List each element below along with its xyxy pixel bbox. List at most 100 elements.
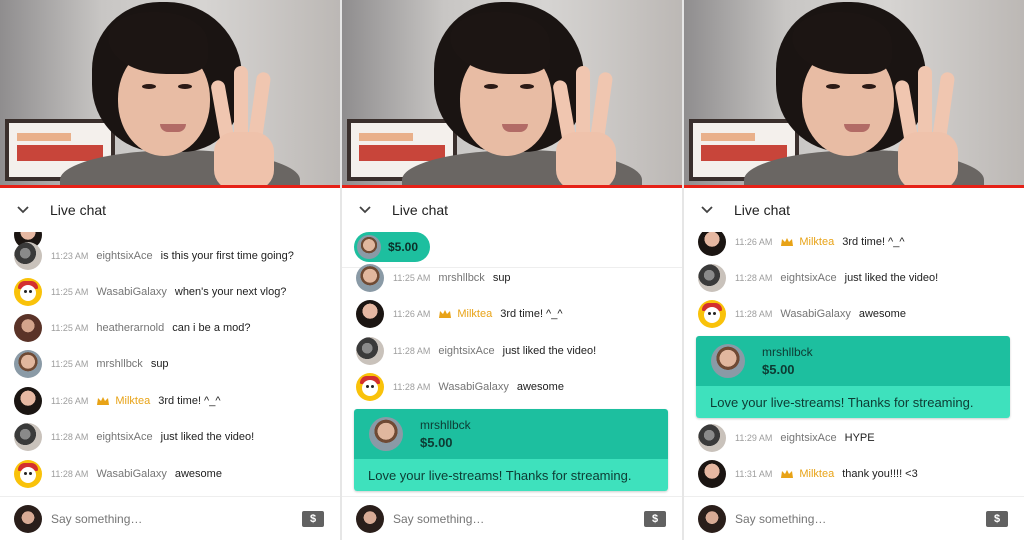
super-chat-button[interactable]: $ (986, 511, 1008, 527)
message-author[interactable]: Milktea (799, 468, 834, 480)
message-author[interactable]: WasabiGalaxy (96, 468, 167, 480)
message-timestamp: 11:26 AM (393, 309, 431, 319)
message-author[interactable]: eightsixAce (780, 432, 836, 444)
message-author[interactable]: Milktea (799, 236, 834, 248)
video-subject-hand (210, 66, 274, 188)
avatar[interactable] (698, 264, 726, 292)
avatar[interactable] (698, 460, 726, 488)
super-chat-header: mrshllbck $5.00 (696, 336, 1010, 386)
message-text: just liked the video! (844, 272, 939, 284)
message-timestamp: 11:28 AM (735, 273, 773, 283)
chat-message: 11:28 AM eightsixAce just liked the vide… (356, 336, 676, 366)
super-chat-author: mrshllbck (762, 345, 813, 359)
chevron-down-icon[interactable] (358, 203, 372, 217)
chat-message: 11:26 AM Milktea 3rd time! ^_^ (356, 299, 676, 329)
video-subject-hand (552, 66, 616, 188)
message-text: HYPE (844, 432, 875, 444)
chat-message: 11:25 AM heatherarnold can i be a mod? (14, 313, 334, 343)
chat-header: Live chat (342, 188, 682, 232)
chat-message: 11:26 AM Milktea 3rd time! ^_^ (698, 232, 1018, 257)
avatar[interactable] (698, 232, 726, 256)
chat-input[interactable] (393, 511, 633, 526)
message-author[interactable]: WasabiGalaxy (438, 381, 509, 393)
avatar[interactable] (14, 387, 42, 415)
chevron-down-icon[interactable] (700, 203, 714, 217)
avatar[interactable] (14, 314, 42, 342)
chat-header: Live chat (0, 188, 340, 232)
chat-message: 11:29 AM eightsixAce HYPE (698, 423, 1018, 453)
avatar[interactable] (356, 300, 384, 328)
super-chat-card[interactable]: mrshllbck $5.00 Love your live-streams! … (696, 336, 1010, 418)
chat-input-bar: $ (342, 496, 682, 540)
video-subject-eye (142, 84, 156, 89)
chat-message: 11:31 AM Milktea thank you!!!! <3 (698, 459, 1018, 489)
video-player[interactable] (342, 0, 682, 188)
message-timestamp: 11:31 AM (735, 469, 773, 479)
message-timestamp: 11:26 AM (51, 396, 89, 406)
avatar[interactable] (356, 373, 384, 401)
video-subject-mouth (844, 124, 870, 132)
video-subject-mouth (502, 124, 528, 132)
crown-icon (97, 397, 110, 405)
avatar[interactable] (14, 278, 42, 306)
message-author[interactable]: WasabiGalaxy (780, 308, 851, 320)
message-author[interactable]: Milktea (115, 395, 150, 407)
video-subject-eye (862, 84, 876, 89)
message-author[interactable]: eightsixAce (780, 272, 836, 284)
chat-message: 11:25 AM WasabiGalaxy when's your next v… (14, 277, 334, 307)
avatar[interactable] (356, 264, 384, 292)
dollar-icon: $ (309, 513, 317, 525)
super-chat-button[interactable]: $ (644, 511, 666, 527)
avatar (356, 504, 384, 533)
message-timestamp: 11:28 AM (51, 469, 89, 479)
dollar-icon: $ (993, 513, 1001, 525)
avatar[interactable] (14, 242, 42, 270)
chat-message-list[interactable]: 11:26 AM Milktea 3rd time! ^_^ 11:28 AM … (684, 232, 1024, 494)
avatar (357, 235, 381, 259)
chat-input-bar: $ (0, 496, 340, 540)
super-chat-amount: $5.00 (762, 362, 795, 377)
video-player[interactable] (684, 0, 1024, 188)
message-timestamp: 11:28 AM (51, 432, 89, 442)
super-chat-button[interactable]: $ (302, 511, 324, 527)
video-subject-eye (178, 84, 192, 89)
message-timestamp: 11:23 AM (51, 251, 89, 261)
super-chat-pill[interactable]: $5.00 (354, 232, 431, 262)
message-author[interactable]: mrshllbck (96, 358, 142, 370)
avatar[interactable] (698, 424, 726, 452)
message-author[interactable]: heatherarnold (96, 322, 164, 334)
message-text: thank you!!!! <3 (842, 468, 918, 480)
super-chat-amount: $5.00 (420, 435, 453, 450)
chevron-down-icon[interactable] (16, 203, 30, 217)
message-timestamp: 11:26 AM (735, 237, 773, 247)
avatar[interactable] (698, 300, 726, 328)
message-author[interactable]: mrshllbck (438, 272, 484, 284)
message-text: awesome (174, 468, 222, 480)
video-subject-hand (894, 66, 958, 188)
avatar (698, 504, 726, 533)
avatar[interactable] (14, 350, 42, 378)
avatar[interactable] (356, 337, 384, 365)
avatar[interactable] (14, 460, 42, 488)
message-timestamp: 11:28 AM (393, 346, 431, 356)
message-author[interactable]: Milktea (457, 308, 492, 320)
chat-input[interactable] (51, 511, 291, 526)
message-author[interactable]: eightsixAce (96, 250, 152, 262)
message-author[interactable]: eightsixAce (96, 431, 152, 443)
chat-input[interactable] (735, 511, 975, 526)
chat-message-list[interactable]: 11:25 AM mrshllbck sup 11:26 AM Milktea … (342, 262, 682, 494)
avatar (711, 344, 745, 378)
message-text: just liked the video! (502, 345, 597, 357)
chat-title: Live chat (50, 202, 107, 218)
avatar[interactable] (14, 423, 42, 451)
chat-message: 11:25 AM mrshllbck sup (356, 263, 676, 293)
message-timestamp: 11:28 AM (735, 309, 773, 319)
chat-message-list[interactable]: 11:23 AM eightsixAce is this your first … (0, 232, 340, 494)
video-subject-eye (826, 84, 840, 89)
super-chat-card[interactable]: mrshllbck $5.00 Love your live-streams! … (354, 409, 668, 491)
message-timestamp: 11:28 AM (393, 382, 431, 392)
video-player[interactable] (0, 0, 340, 188)
message-timestamp: 11:25 AM (51, 287, 89, 297)
message-author[interactable]: eightsixAce (438, 345, 494, 357)
message-author[interactable]: WasabiGalaxy (96, 286, 167, 298)
